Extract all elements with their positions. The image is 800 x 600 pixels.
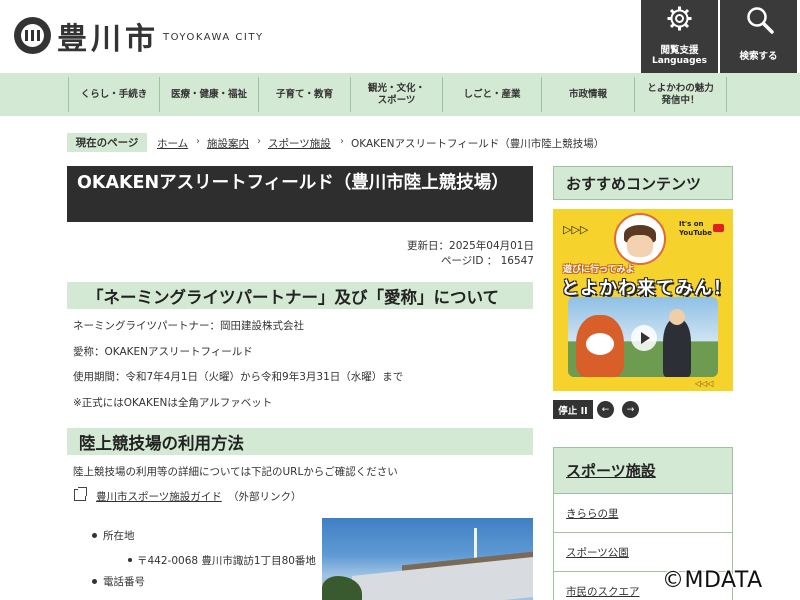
sports-facilities-heading[interactable]: スポーツ施設 <box>553 447 733 494</box>
youtube-label-2: YouTube <box>679 229 712 237</box>
list-bullet <box>128 558 132 562</box>
sidebar-item-sports-park[interactable]: スポーツ公園 <box>553 533 733 572</box>
site-header: 豊川市 TOYOKAWA CITY 閲覧支援 Languages 検索する <box>0 0 800 73</box>
external-link-icon <box>74 487 87 501</box>
updated-date: 更新日：2025年04月01日 <box>407 240 534 252</box>
search-button-label: 検索する <box>739 51 778 62</box>
stadium-photo <box>322 518 533 600</box>
section-heading-usage: 陸上競技場の利用方法 <box>67 428 533 455</box>
location-label: 所在地 <box>103 530 135 542</box>
language-button-label: 閲覧支援 <box>660 45 699 56</box>
sidebar-item-kirara[interactable]: きららの里 <box>553 494 733 533</box>
site-name-en: TOYOKAWA CITY <box>163 32 264 43</box>
nav-item-childcare[interactable]: 子育て・教育 <box>258 77 350 112</box>
usage-intro-text: 陸上競技場の利用等の詳細については下記のURLからご確認ください <box>73 466 398 478</box>
page-title: OKAKENアスリートフィールド（豊川市陸上競技場） <box>67 166 533 222</box>
nav-item-tourism[interactable]: 観光・文化・ スポーツ <box>350 77 442 112</box>
youtube-icon <box>713 224 724 232</box>
slider-stop-button[interactable]: 停止 II <box>553 400 593 419</box>
breadcrumb-sports[interactable]: スポーツ施設 <box>268 136 331 151</box>
nav-item-living[interactable]: くらし・手続き <box>68 77 159 112</box>
chevron-right-icon: › <box>340 136 344 147</box>
recommended-heading: おすすめコンテンツ <box>553 166 733 200</box>
breadcrumb-home[interactable]: ホーム <box>157 136 188 151</box>
city-emblem-icon[interactable] <box>14 17 51 54</box>
slider-next-button[interactable]: → <box>622 401 639 418</box>
language-button-sublabel: Languages <box>651 56 708 66</box>
gear-icon <box>667 6 692 31</box>
nav-item-work[interactable]: しごと・産業 <box>442 77 541 112</box>
sports-guide-link[interactable]: 豊川市スポーツ施設ガイド <box>96 489 222 504</box>
page-id: ページID ： 16547 <box>440 255 534 267</box>
naming-partner-text: ネーミングライツパートナー：岡田建設株式会社 <box>73 320 304 332</box>
list-bullet <box>92 579 97 584</box>
search-icon <box>747 7 774 34</box>
mascot-face-icon <box>614 213 666 265</box>
global-nav: くらし・手続き 医療・健康・福祉 子育て・教育 観光・文化・ スポーツ しごと・… <box>0 73 800 116</box>
search-button[interactable]: 検索する <box>720 0 797 73</box>
note-text: ※正式にはOKAKENは全角アルファベット <box>73 397 273 409</box>
nav-item-attractions[interactable]: とよかわの魅力 発信中！ <box>634 77 727 112</box>
arrow-decoration-icon: ◁◁◁ <box>695 379 714 388</box>
chevron-right-icon: › <box>257 136 261 147</box>
list-bullet <box>92 533 97 538</box>
breadcrumb-facilities[interactable]: 施設案内 <box>207 136 249 151</box>
nav-item-city-info[interactable]: 市政情報 <box>541 77 634 112</box>
video-play-icon[interactable] <box>631 325 657 351</box>
chevron-right-icon: › <box>196 136 200 147</box>
breadcrumb-label: 現在のページ <box>67 133 147 152</box>
phone-label: 電話番号 <box>103 576 145 588</box>
nav-item-health[interactable]: 医療・健康・福祉 <box>159 77 258 112</box>
youtube-label: It's on <box>679 220 704 228</box>
copyright-watermark: ©MDATA <box>662 568 763 593</box>
slider-prev-button[interactable]: ← <box>597 401 614 418</box>
language-support-button[interactable]: 閲覧支援 Languages <box>641 0 718 73</box>
address-text: 〒442-0068 豊川市諏訪1丁目80番地 <box>137 555 316 567</box>
external-link-note: （外部リンク） <box>228 491 302 503</box>
play-icon: ▷▷▷ <box>563 223 589 236</box>
breadcrumb-current: OKAKENアスリートフィールド（豊川市陸上競技場） <box>351 138 605 150</box>
nickname-text: 愛称：OKAKENアスリートフィールド <box>73 346 253 358</box>
site-name[interactable]: 豊川市 <box>57 14 159 58</box>
video-thumbnail[interactable] <box>568 297 718 377</box>
section-heading-naming-rights: 「ネーミングライツパートナー」及び「愛称」について <box>67 282 533 309</box>
usage-period-text: 使用期間：令和7年4月1日（火曜）から令和9年3月31日（水曜）まで <box>73 371 404 383</box>
youtube-banner[interactable]: ▷▷▷ It's on YouTube 遊びに行ってみよ とよかわ来てみん！ ◁… <box>553 209 733 391</box>
